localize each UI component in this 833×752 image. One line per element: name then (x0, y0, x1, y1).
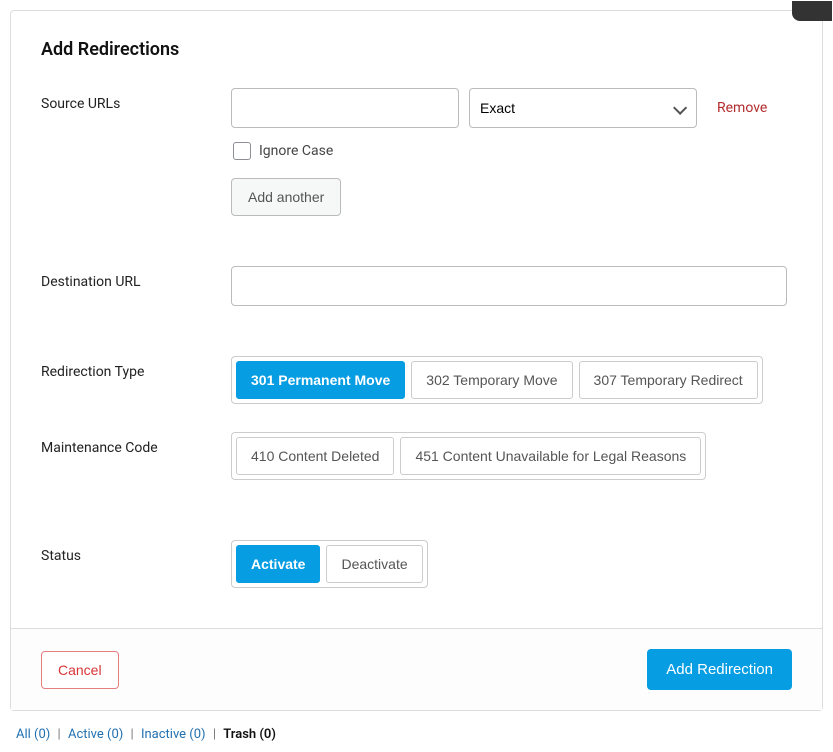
destination-url-controls (231, 266, 792, 306)
source-urls-row: Source URLs Exact Remove Ignore Case Add… (41, 88, 792, 216)
redirect-302-button[interactable]: 302 Temporary Move (411, 361, 572, 399)
ignore-case-row: Ignore Case (231, 142, 792, 160)
source-url-line: Exact Remove (231, 88, 792, 128)
destination-url-label: Destination URL (41, 266, 231, 290)
code-410-button[interactable]: 410 Content Deleted (236, 437, 394, 475)
filter-active-link[interactable]: Active (0) (68, 727, 123, 742)
add-redirection-button[interactable]: Add Redirection (647, 649, 792, 690)
maintenance-code-controls: 410 Content Deleted 451 Content Unavaila… (231, 432, 792, 480)
status-label: Status (41, 540, 231, 564)
status-group: Activate Deactivate (231, 540, 428, 588)
destination-url-input[interactable] (231, 266, 787, 306)
redirection-form-card: Add Redirections Source URLs Exact Remov… (10, 10, 823, 711)
filter-links-bar: All (0) | Active (0) | Inactive (0) | Tr… (10, 727, 823, 742)
maintenance-code-group: 410 Content Deleted 451 Content Unavaila… (231, 432, 706, 480)
match-type-select-wrap: Exact (469, 88, 697, 128)
activate-button[interactable]: Activate (236, 545, 320, 583)
ignore-case-label[interactable]: Ignore Case (259, 143, 333, 159)
redirection-type-controls: 301 Permanent Move 302 Temporary Move 30… (231, 356, 792, 404)
filter-inactive-link[interactable]: Inactive (0) (141, 727, 206, 742)
page-title: Add Redirections (41, 39, 792, 60)
code-451-button[interactable]: 451 Content Unavailable for Legal Reason… (400, 437, 701, 475)
filter-trash-link[interactable]: Trash (0) (223, 727, 276, 742)
maintenance-code-row: Maintenance Code 410 Content Deleted 451… (41, 432, 792, 480)
cancel-button[interactable]: Cancel (41, 651, 119, 689)
match-type-select[interactable]: Exact (469, 88, 697, 128)
redirection-type-group: 301 Permanent Move 302 Temporary Move 30… (231, 356, 763, 404)
redirection-type-row: Redirection Type 301 Permanent Move 302 … (41, 356, 792, 404)
source-urls-label: Source URLs (41, 88, 231, 112)
redirect-301-button[interactable]: 301 Permanent Move (236, 361, 405, 399)
deactivate-button[interactable]: Deactivate (326, 545, 422, 583)
add-another-button[interactable]: Add another (231, 178, 341, 216)
filter-separator: | (131, 727, 134, 742)
filter-separator: | (213, 727, 216, 742)
filter-all-link[interactable]: All (0) (16, 727, 50, 742)
ignore-case-checkbox[interactable] (233, 142, 251, 160)
status-controls: Activate Deactivate (231, 540, 792, 588)
filter-separator: | (58, 727, 61, 742)
remove-source-link[interactable]: Remove (717, 100, 767, 116)
card-body: Add Redirections Source URLs Exact Remov… (11, 11, 822, 628)
source-urls-controls: Exact Remove Ignore Case Add another (231, 88, 792, 216)
status-row: Status Activate Deactivate (41, 540, 792, 588)
corner-decoration (792, 1, 832, 21)
card-footer: Cancel Add Redirection (11, 628, 822, 710)
redirect-307-button[interactable]: 307 Temporary Redirect (579, 361, 758, 399)
redirection-type-label: Redirection Type (41, 356, 231, 380)
source-url-input[interactable] (231, 88, 459, 128)
destination-url-row: Destination URL (41, 266, 792, 306)
maintenance-code-label: Maintenance Code (41, 432, 231, 456)
